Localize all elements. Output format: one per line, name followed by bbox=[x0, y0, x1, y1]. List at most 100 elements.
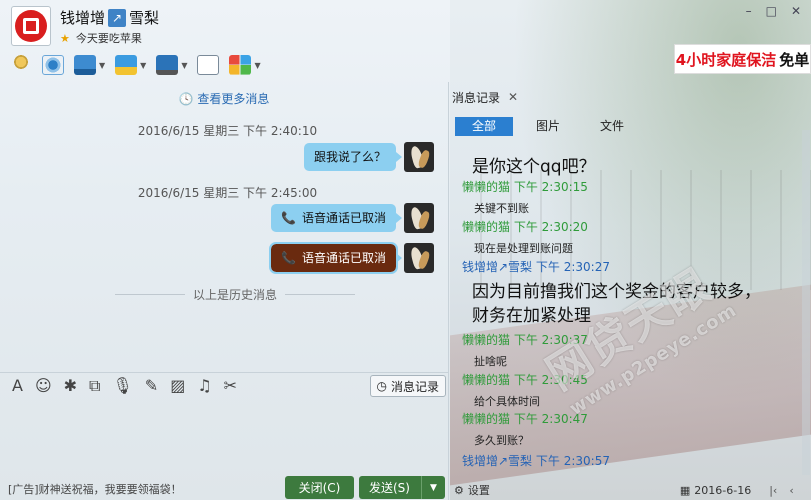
record-sender: 懒懒的猫 bbox=[462, 412, 511, 426]
contact-signature: ★ 今天要吃苹果 bbox=[60, 30, 142, 46]
new-message-button[interactable] bbox=[197, 53, 220, 77]
sender-avatar[interactable] bbox=[404, 243, 434, 273]
first-page-icon[interactable]: |‹ bbox=[769, 484, 777, 497]
signature-text: 今天要吃苹果 bbox=[75, 32, 142, 45]
sender-avatar[interactable] bbox=[404, 142, 434, 172]
date-picker[interactable]: ▦ 2016-6-16 bbox=[680, 484, 751, 497]
nudge-icon[interactable]: ✱ bbox=[64, 376, 77, 395]
record-text: 现在是处理到账问题 bbox=[474, 242, 573, 255]
screen-share-button[interactable]: ▼ bbox=[74, 53, 105, 77]
prev-page-icon[interactable]: ‹ bbox=[789, 484, 793, 497]
nickname-part2: 雪梨 bbox=[129, 9, 160, 27]
maximize-button[interactable]: □ bbox=[766, 4, 777, 18]
settings-button[interactable]: ⚙ 设置 bbox=[454, 482, 490, 498]
filter-images[interactable]: 图片 bbox=[519, 117, 577, 136]
chevron-down-icon[interactable]: ▼ bbox=[99, 61, 105, 70]
screen-share-icon bbox=[74, 55, 96, 75]
camera-icon bbox=[42, 55, 64, 75]
record-text: 多久到账？ bbox=[474, 434, 529, 447]
history-footer: ⚙ 设置 ▦ 2016-6-16 |‹ ‹ bbox=[450, 480, 811, 500]
ad-banner[interactable]: 4小时家庭保洁 免单 bbox=[674, 44, 811, 74]
monitor-icon bbox=[156, 55, 179, 75]
filter-all[interactable]: 全部 bbox=[455, 117, 513, 136]
record-time: 下午 2:30:20 bbox=[513, 220, 588, 234]
main-toolbar: ▼ ▼ ▼ ▼ bbox=[10, 52, 261, 78]
chevron-down-icon[interactable]: ▼ bbox=[140, 61, 146, 70]
folder-icon bbox=[115, 55, 138, 75]
message-input[interactable] bbox=[0, 398, 448, 472]
close-window-button[interactable]: ✕ bbox=[791, 4, 801, 18]
message-bubble[interactable]: 📞 语音通话已取消 bbox=[271, 204, 402, 232]
message-timestamp: 2016/6/15 星期三 下午 2:40:10 bbox=[137, 124, 318, 138]
settings-label: 设置 bbox=[467, 484, 490, 497]
avatar-logo-icon bbox=[15, 10, 47, 42]
clock-icon: ◷ bbox=[376, 379, 387, 393]
history-record: 懒懒的猫 下午 2:30:47 多久到账？ bbox=[462, 410, 802, 448]
edit-icon[interactable]: ✎ bbox=[145, 376, 158, 395]
minimize-button[interactable]: – bbox=[746, 4, 752, 18]
record-header: 懒懒的猫 下午 2:30:15 bbox=[462, 178, 802, 195]
record-time: 下午 2:30:57 bbox=[535, 454, 610, 468]
bottom-ad-link[interactable]: [广告]财神送祝福，我要要领福袋！ bbox=[8, 481, 182, 497]
history-separator-label: 以上是历史消息 bbox=[193, 288, 278, 302]
message-text: 语音通话已取消 bbox=[301, 251, 386, 265]
gear-icon: ⚙ bbox=[454, 483, 464, 497]
filter-files[interactable]: 文件 bbox=[583, 117, 641, 136]
font-icon[interactable]: A bbox=[12, 376, 23, 395]
clock-icon: 🕓 bbox=[178, 92, 194, 106]
scissors-icon[interactable]: ✂ bbox=[224, 376, 237, 395]
video-call-button[interactable] bbox=[42, 53, 64, 77]
message-history-button[interactable]: ◷ 消息记录 bbox=[369, 375, 446, 397]
apps-button[interactable]: ▼ bbox=[229, 53, 261, 77]
record-sender: 懒懒的猫 bbox=[462, 180, 511, 194]
screenshot-icon[interactable]: ⧉ bbox=[89, 376, 100, 396]
chevron-down-icon[interactable]: ▼ bbox=[254, 61, 260, 70]
tab-message-history[interactable]: 消息记录 ✕ bbox=[452, 86, 518, 108]
send-button-label: 发送(S) bbox=[369, 481, 410, 495]
star-icon: ★ bbox=[60, 31, 70, 45]
send-options-dropdown[interactable]: ▼ bbox=[421, 476, 445, 499]
image-icon[interactable]: ▨ bbox=[170, 376, 185, 395]
calendar-icon: ▦ bbox=[679, 483, 691, 497]
record-header: 钱增增↗雪梨 下午 2:30:27 bbox=[462, 258, 802, 275]
emoji-icon[interactable]: ☺ bbox=[35, 376, 52, 395]
history-record: 钱增增↗雪梨 下午 2:30:57 bbox=[462, 452, 802, 469]
close-icon[interactable]: ✕ bbox=[508, 90, 518, 104]
nickname-part1: 钱增增 bbox=[60, 9, 106, 27]
history-scrollbar[interactable] bbox=[802, 130, 810, 475]
voice-message-icon[interactable]: 🎙 bbox=[112, 376, 132, 395]
view-more-messages-link[interactable]: 🕓 查看更多消息 bbox=[0, 90, 448, 107]
sender-avatar[interactable] bbox=[404, 203, 434, 233]
view-more-label: 查看更多消息 bbox=[197, 92, 270, 106]
record-text: 给个具体时间 bbox=[474, 395, 540, 408]
history-nav: |‹ ‹ bbox=[769, 484, 794, 497]
voice-call-button[interactable] bbox=[10, 53, 32, 77]
send-button[interactable]: 发送(S) ▼ bbox=[359, 476, 445, 499]
message-bubble[interactable]: 跟我说了么？ bbox=[303, 143, 403, 171]
contact-avatar[interactable] bbox=[11, 6, 51, 46]
send-file-button[interactable]: ▼ bbox=[115, 53, 146, 77]
message-history-label: 消息记录 bbox=[390, 379, 439, 394]
close-button[interactable]: 关闭(C) bbox=[285, 476, 354, 499]
microphone-icon bbox=[10, 55, 32, 75]
record-sender: 懒懒的猫 bbox=[462, 333, 511, 347]
remote-desktop-button[interactable]: ▼ bbox=[156, 53, 187, 77]
record-header: 懒懒的猫 下午 2:30:20 bbox=[462, 218, 802, 235]
message-timestamp: 2016/6/15 星期三 下午 2:45:00 bbox=[137, 186, 318, 200]
phone-icon: 📞 bbox=[281, 211, 296, 225]
record-sender: 懒懒的猫 bbox=[462, 220, 511, 234]
chevron-down-icon[interactable]: ▼ bbox=[181, 61, 187, 70]
record-text: 是你这个qq吧？ bbox=[472, 157, 596, 177]
history-separator: 以上是历史消息 bbox=[115, 286, 356, 303]
message-add-icon bbox=[197, 55, 220, 75]
record-header: 钱增增↗雪梨 下午 2:30:57 bbox=[462, 452, 802, 469]
message-bubble-selected[interactable]: 📞 语音通话已取消 bbox=[269, 242, 402, 274]
record-time: 下午 2:30:15 bbox=[513, 180, 588, 194]
music-icon[interactable]: ♫ bbox=[197, 376, 211, 395]
date-value: 2016-6-16 bbox=[694, 483, 752, 497]
input-toolbar: A ☺ ✱ ⧉ 🎙 ✎ ▨ ♫ ✂ ◷ 消息记录 bbox=[0, 372, 448, 398]
history-record: 懒懒的猫 下午 2:30:20 现在是处理到账问题 bbox=[462, 218, 802, 256]
record-sender: 钱增增↗雪梨 bbox=[462, 260, 533, 274]
separator-line bbox=[285, 294, 356, 295]
history-filter: 全部 图片 文件 bbox=[455, 117, 641, 136]
